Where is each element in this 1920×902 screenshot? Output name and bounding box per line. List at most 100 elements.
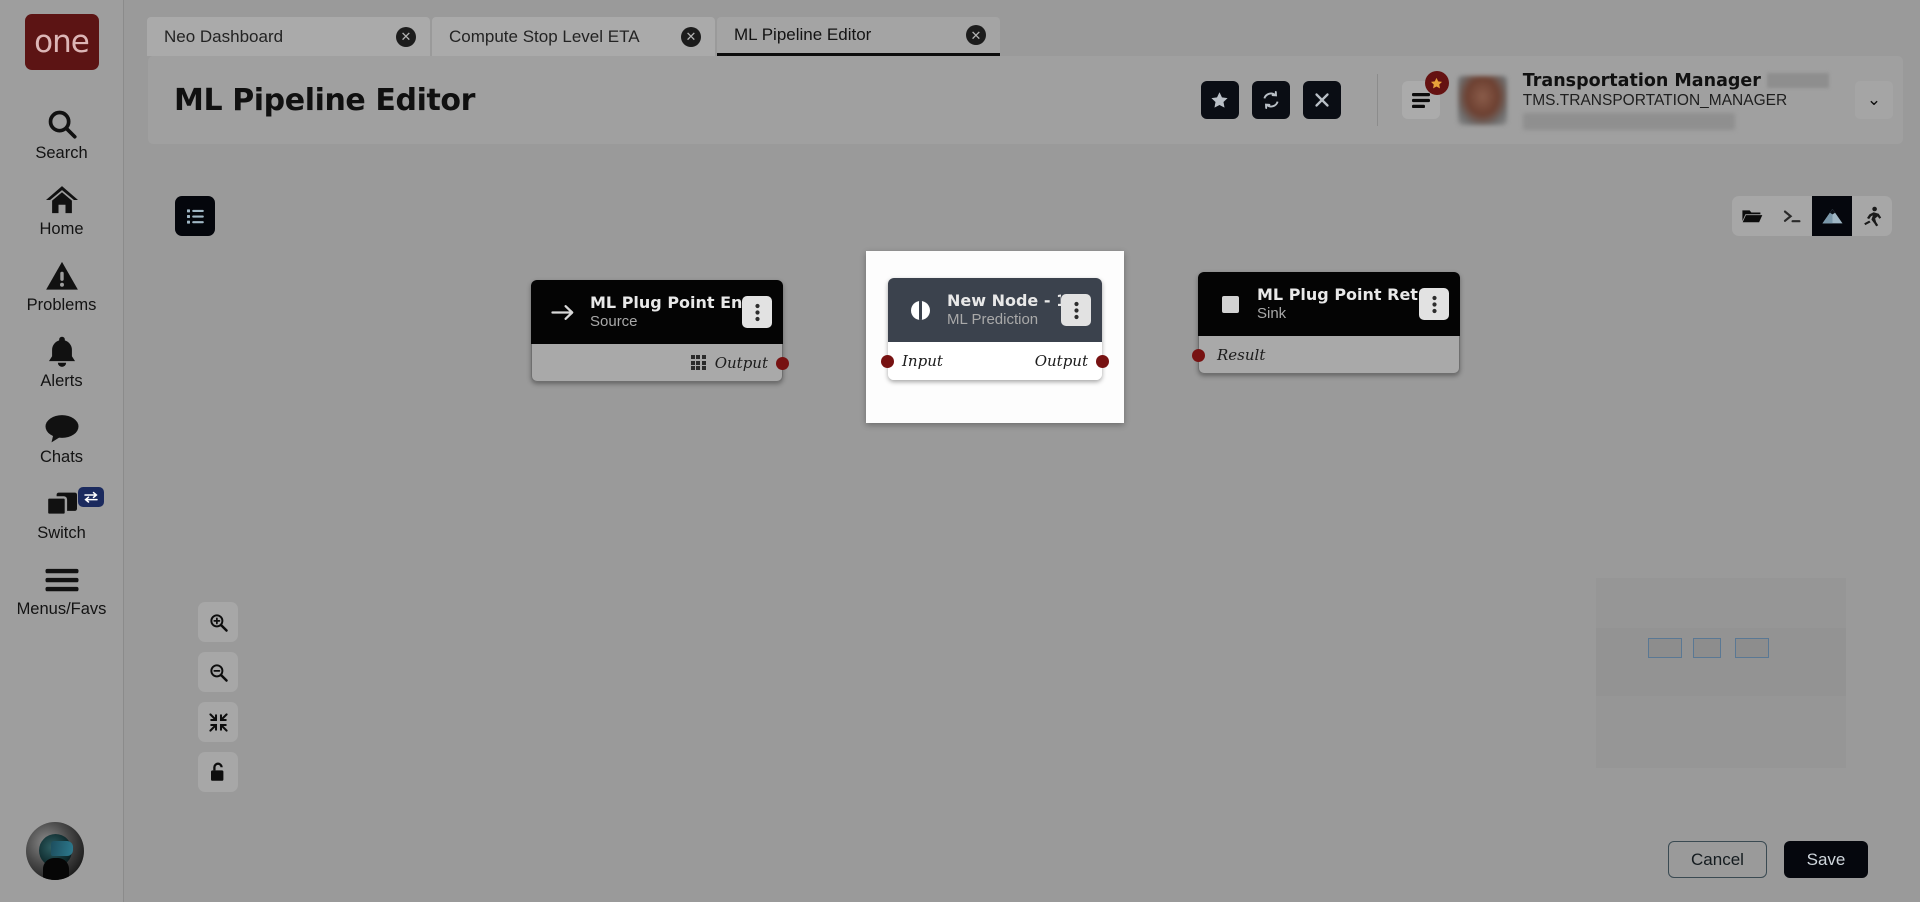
terminal-icon[interactable]: [1772, 196, 1812, 236]
brand-logo-text: one: [34, 24, 90, 60]
sidebar-item-label: Alerts: [40, 372, 83, 390]
tab-label: Compute Stop Level ETA: [449, 26, 640, 46]
favorite-button[interactable]: [1200, 81, 1239, 119]
minimap-node: [1735, 638, 1769, 658]
sidebar-item-search[interactable]: Search: [0, 96, 124, 172]
kebab-menu-icon[interactable]: [1419, 288, 1449, 320]
user-menu-chevron-down-icon[interactable]: ⌄: [1855, 81, 1893, 119]
sidebar-item-label: Search: [35, 144, 88, 162]
fit-to-screen-button[interactable]: [198, 702, 238, 742]
sidebar-item-label: Home: [39, 220, 84, 238]
unlocked-padlock-icon[interactable]: [198, 752, 238, 792]
canvas-toolbar: [1732, 196, 1892, 236]
sidebar-item-home[interactable]: Home: [0, 172, 124, 248]
zoom-out-button[interactable]: [198, 652, 238, 692]
sidebar-item-menus-favs[interactable]: Menus/Favs: [0, 552, 124, 628]
user-info: Transportation Manager TMS.TRANSPORTATIO…: [1522, 71, 1829, 130]
kebab-menu-icon[interactable]: [742, 296, 772, 328]
minimap-node: [1693, 638, 1721, 658]
tab-label: Neo Dashboard: [164, 26, 284, 46]
kebab-menu-icon[interactable]: [1061, 294, 1091, 326]
mountain-image-icon[interactable]: [1812, 196, 1852, 236]
tab-compute-stop-level-eta[interactable]: Compute Stop Level ETA ✕: [432, 17, 715, 56]
tab-ml-pipeline-editor[interactable]: ML Pipeline Editor ✕: [717, 17, 1000, 56]
user-role: TMS.TRANSPORTATION_MANAGER: [1522, 91, 1788, 109]
node-titles: ML Plug Point Entry Source: [590, 293, 742, 331]
user-name-text: Transportation Manager: [1522, 70, 1761, 91]
node-list-toggle-button[interactable]: [175, 196, 215, 236]
minimap-viewport: [1596, 628, 1846, 696]
orb-head: [43, 858, 69, 880]
hamburger-icon: [44, 561, 80, 599]
node-titles: New Node - 1 ML Prediction: [947, 291, 1061, 329]
arrow-right-icon: [548, 303, 578, 322]
header-actions: Transportation Manager TMS.TRANSPORTATIO…: [1188, 71, 1903, 130]
page-title: ML Pipeline Editor: [174, 82, 476, 118]
node-ports: Result: [1192, 336, 1460, 374]
app-root: one Search Home Problems Alerts Chats Sw…: [0, 0, 1920, 902]
node-header: New Node - 1 ML Prediction: [888, 278, 1102, 342]
pipeline-node-ml-plug-point-entry[interactable]: ML Plug Point Entry Source Output: [531, 280, 789, 382]
refresh-button[interactable]: [1251, 81, 1290, 119]
bell-icon: [46, 333, 78, 371]
assistant-orb-avatar[interactable]: [26, 822, 84, 880]
cancel-button[interactable]: Cancel: [1668, 841, 1767, 878]
sidebar-item-switch[interactable]: Switch: [0, 476, 124, 552]
tab-neo-dashboard[interactable]: Neo Dashboard ✕: [147, 17, 430, 56]
sidebar-item-chats[interactable]: Chats: [0, 400, 124, 476]
node-subtitle: ML Prediction: [947, 311, 1039, 328]
close-icon[interactable]: ✕: [396, 26, 416, 47]
footer-actions: Cancel Save: [1668, 841, 1868, 878]
square-icon: [1215, 295, 1245, 313]
menu-favs-wrapper: [1401, 71, 1449, 119]
input-port-connector[interactable]: [1192, 349, 1205, 362]
input-port-connector[interactable]: [881, 355, 894, 368]
node-subtitle: Sink: [1257, 305, 1287, 322]
zoom-controls: [198, 602, 238, 792]
user-name: Transportation Manager: [1523, 71, 1829, 91]
canvas-minimap[interactable]: [1596, 578, 1846, 768]
output-port-connector[interactable]: [776, 357, 789, 370]
port-label-output: Output: [1034, 352, 1088, 370]
avatar[interactable]: [1457, 75, 1507, 125]
sidebar-item-label: Switch: [37, 524, 86, 542]
chat-bubble-icon: [44, 409, 80, 447]
close-button[interactable]: [1302, 81, 1341, 119]
port-label-input: Input: [902, 352, 943, 370]
brain-icon: [905, 300, 935, 320]
brand-logo[interactable]: one: [24, 14, 99, 70]
star-badge-icon: [1424, 71, 1449, 95]
redacted-name-suffix: [1767, 73, 1829, 88]
sidebar-item-problems[interactable]: Problems: [0, 248, 124, 324]
selected-node-highlight: New Node - 1 ML Prediction Input Output: [866, 251, 1124, 423]
node-titles: ML Plug Point Return Sink: [1257, 285, 1419, 323]
minimap-node: [1648, 638, 1682, 658]
close-icon[interactable]: ✕: [966, 25, 986, 45]
close-icon[interactable]: ✕: [681, 26, 701, 47]
zoom-in-button[interactable]: [198, 602, 238, 642]
runner-icon[interactable]: [1852, 196, 1892, 236]
search-icon: [45, 105, 79, 143]
output-port-connector[interactable]: [1096, 355, 1109, 368]
left-sidebar: one Search Home Problems Alerts Chats Sw…: [0, 0, 124, 902]
orb-visor: [51, 841, 73, 856]
swap-arrows-icon[interactable]: [77, 487, 104, 507]
node-header: ML Plug Point Entry Source: [531, 280, 783, 344]
pipeline-node-new-node-1[interactable]: New Node - 1 ML Prediction Input Output: [881, 278, 1109, 380]
header-divider: [1376, 74, 1378, 126]
node-title: New Node - 1: [947, 291, 1061, 310]
save-button[interactable]: Save: [1784, 841, 1868, 878]
node-header: ML Plug Point Return Sink: [1198, 272, 1460, 336]
node-subtitle: Source: [590, 313, 638, 330]
sidebar-item-alerts[interactable]: Alerts: [0, 324, 124, 400]
port-label-output: Output: [714, 353, 768, 372]
node-ports: Output: [531, 344, 789, 382]
redacted-user-line: [1522, 112, 1735, 130]
warning-triangle-icon: [45, 257, 79, 295]
pipeline-node-ml-plug-point-return[interactable]: ML Plug Point Return Sink Result: [1192, 272, 1460, 374]
folder-open-icon[interactable]: [1732, 196, 1772, 236]
home-icon: [44, 181, 80, 219]
page-header: ML Pipeline Editor Transportation Manage…: [148, 56, 1903, 144]
node-title: ML Plug Point Return: [1257, 285, 1419, 304]
windows-stack-icon: [44, 485, 80, 523]
